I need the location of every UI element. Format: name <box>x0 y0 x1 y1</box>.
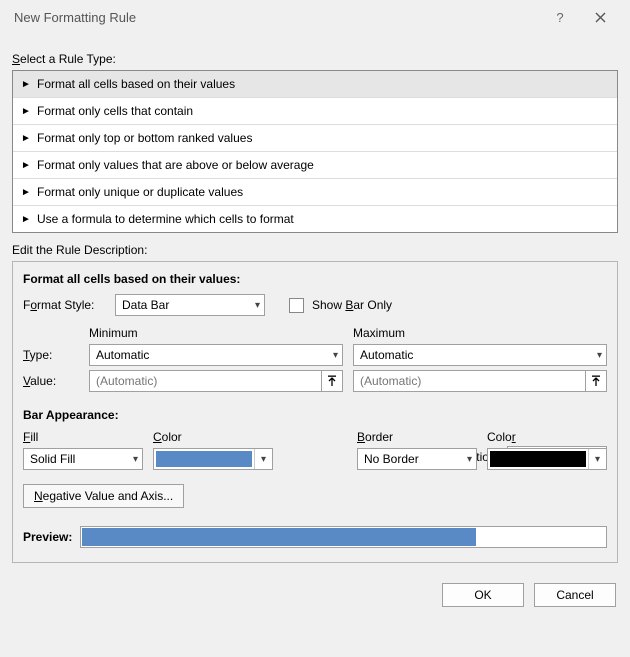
border-color-select[interactable]: ▾ <box>487 448 607 470</box>
bullet-icon: ► <box>21 187 31 198</box>
minimum-type-value: Automatic <box>96 348 149 362</box>
preview-bar <box>82 528 475 546</box>
close-button[interactable] <box>580 2 620 32</box>
color-swatch <box>156 451 252 467</box>
maximum-header: Maximum <box>353 326 607 340</box>
fill-select[interactable]: Solid Fill ▾ <box>23 448 143 470</box>
chevron-down-icon: ▾ <box>255 300 260 311</box>
title-bar: New Formatting Rule ? <box>0 0 630 34</box>
bullet-icon: ► <box>21 106 31 117</box>
value-label: Value: <box>23 374 79 388</box>
color-swatch <box>490 451 586 467</box>
edit-rule-description-label: Edit the Rule Description: <box>12 243 618 257</box>
fill-color-label: Color <box>153 430 273 444</box>
rule-type-item[interactable]: ► Format only values that are above or b… <box>13 152 617 179</box>
rule-type-item[interactable]: ► Format only unique or duplicate values <box>13 179 617 206</box>
border-value: No Border <box>364 452 419 466</box>
fill-color-select[interactable]: ▾ <box>153 448 273 470</box>
preview-label: Preview: <box>23 530 72 544</box>
bar-appearance-header: Bar Appearance: <box>23 408 607 422</box>
chevron-down-icon: ▾ <box>254 449 272 469</box>
format-all-header: Format all cells based on their values: <box>23 272 607 286</box>
chevron-down-icon: ▾ <box>133 454 138 465</box>
bullet-icon: ► <box>21 214 31 225</box>
fill-label: Fill <box>23 430 143 444</box>
rule-type-list: ► Format all cells based on their values… <box>12 70 618 233</box>
minimum-header: Minimum <box>89 326 343 340</box>
rule-type-label: Format only unique or duplicate values <box>37 185 243 199</box>
show-bar-only-checkbox[interactable] <box>289 298 304 313</box>
window-title: New Formatting Rule <box>14 10 540 25</box>
rule-type-item[interactable]: ► Format only cells that contain <box>13 98 617 125</box>
minimum-type-select[interactable]: Automatic ▾ <box>89 344 343 366</box>
maximum-value-input[interactable] <box>353 370 585 392</box>
format-style-label: Format Style: <box>23 298 107 312</box>
help-button[interactable]: ? <box>540 2 580 32</box>
minimum-value-input[interactable] <box>89 370 321 392</box>
cancel-button[interactable]: Cancel <box>534 583 616 607</box>
bullet-icon: ► <box>21 79 31 90</box>
rule-description-panel: Format all cells based on their values: … <box>12 261 618 563</box>
rule-type-item[interactable]: ► Use a formula to determine which cells… <box>13 206 617 232</box>
show-bar-only-label: Show Bar Only <box>312 298 392 312</box>
rule-type-label: Format only values that are above or bel… <box>37 158 314 172</box>
rule-type-item[interactable]: ► Format all cells based on their values <box>13 71 617 98</box>
range-picker-icon <box>326 375 338 387</box>
rule-type-label: Use a formula to determine which cells t… <box>37 212 294 226</box>
border-label: Border <box>357 430 477 444</box>
chevron-down-icon: ▾ <box>467 454 472 465</box>
maximum-type-value: Automatic <box>360 348 413 362</box>
bullet-icon: ► <box>21 160 31 171</box>
ok-button[interactable]: OK <box>442 583 524 607</box>
negative-value-axis-button[interactable]: Negative Value and Axis... <box>23 484 184 508</box>
range-picker-icon <box>590 375 602 387</box>
format-style-value: Data Bar <box>122 298 169 312</box>
maximum-type-select[interactable]: Automatic ▾ <box>353 344 607 366</box>
fill-value: Solid Fill <box>30 452 75 466</box>
close-icon <box>595 12 606 23</box>
rule-type-label: Format all cells based on their values <box>37 77 235 91</box>
format-style-select[interactable]: Data Bar ▾ <box>115 294 265 316</box>
bullet-icon: ► <box>21 133 31 144</box>
range-picker-button[interactable] <box>321 370 343 392</box>
rule-type-label: Format only top or bottom ranked values <box>37 131 252 145</box>
rule-type-label: Format only cells that contain <box>37 104 193 118</box>
range-picker-button[interactable] <box>585 370 607 392</box>
border-select[interactable]: No Border ▾ <box>357 448 477 470</box>
dialog-footer: OK Cancel <box>0 573 630 607</box>
chevron-down-icon: ▾ <box>588 449 606 469</box>
preview-box <box>80 526 607 548</box>
chevron-down-icon: ▾ <box>333 350 338 361</box>
border-color-label: Color <box>487 430 607 444</box>
chevron-down-icon: ▾ <box>597 350 602 361</box>
rule-type-item[interactable]: ► Format only top or bottom ranked value… <box>13 125 617 152</box>
select-rule-type-label: Select a Rule Type: <box>12 52 618 66</box>
type-label: Type: <box>23 348 79 362</box>
